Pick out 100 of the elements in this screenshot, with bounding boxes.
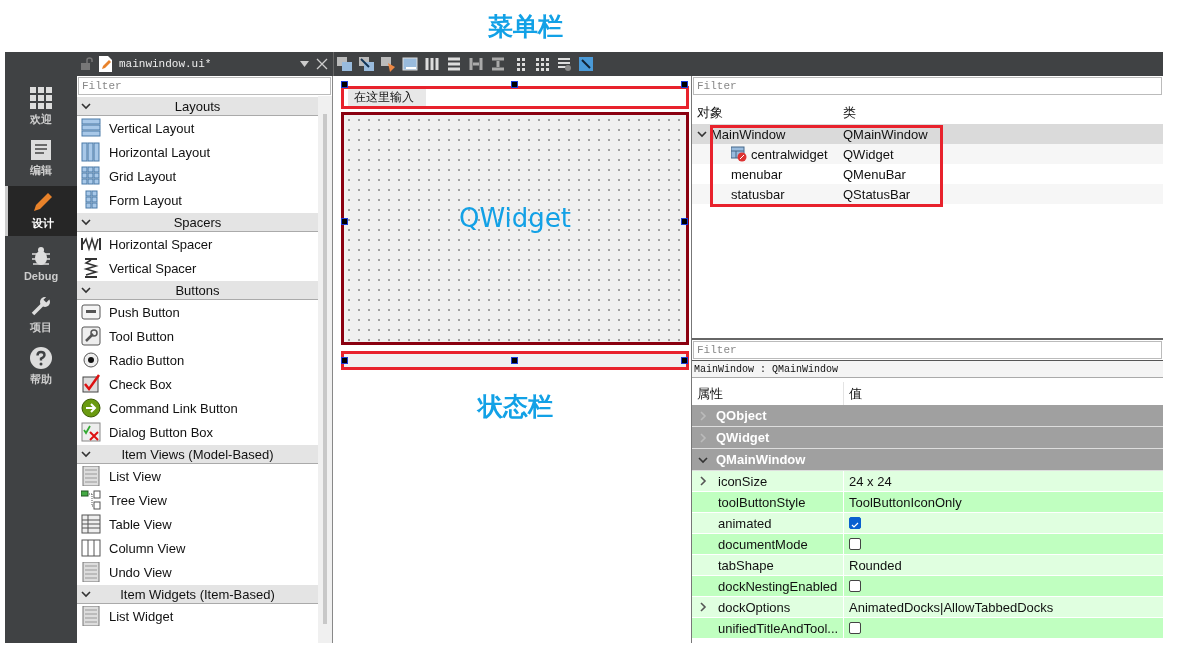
chevron-down-icon[interactable] xyxy=(698,454,708,465)
widget-item[interactable]: Tool Button xyxy=(77,324,318,348)
close-icon[interactable] xyxy=(315,57,329,71)
arrow-circle-icon xyxy=(81,398,101,418)
mode-tab[interactable]: 设计 xyxy=(5,186,77,236)
mode-tab[interactable]: 欢迎 xyxy=(5,82,77,132)
category-header[interactable]: Layouts xyxy=(77,96,318,116)
property-value[interactable]: ToolButtonIconOnly xyxy=(849,494,962,510)
filter-field[interactable]: Filter xyxy=(693,341,1162,359)
mode-tab[interactable]: Debug xyxy=(5,238,77,288)
filter-field[interactable]: Filter xyxy=(693,77,1162,95)
widget-item[interactable]: List Widget xyxy=(77,604,318,628)
resize-handle[interactable] xyxy=(341,218,348,225)
property-row[interactable]: toolButtonStyle ToolButtonIconOnly xyxy=(692,492,1163,513)
split-rows-icon[interactable] xyxy=(490,56,506,72)
property-row[interactable]: tabShape Rounded xyxy=(692,555,1163,576)
property-row[interactable]: dockOptions AnimatedDocks|AllowTabbedDocks xyxy=(692,597,1163,618)
widget-item[interactable]: Radio Button xyxy=(77,348,318,372)
resize-handle[interactable] xyxy=(341,357,348,364)
tree-row[interactable]: menubar QMenuBar xyxy=(692,164,1163,184)
widget-item[interactable]: Tree View xyxy=(77,488,318,512)
property-value[interactable]: Rounded xyxy=(849,557,902,573)
property-name: dockOptions xyxy=(718,599,791,615)
widget-item[interactable]: Table View xyxy=(77,512,318,536)
column-header[interactable]: 类 xyxy=(843,104,856,122)
widget-item[interactable]: Push Button xyxy=(77,300,318,324)
checkbox[interactable] xyxy=(849,538,861,550)
column-header[interactable]: 属性 xyxy=(697,384,723,403)
widget-item[interactable]: Horizontal Layout xyxy=(77,140,318,164)
list-icon xyxy=(81,466,101,486)
chevron-down-icon[interactable] xyxy=(81,449,91,459)
chevron-right-icon[interactable] xyxy=(698,602,708,612)
tree-row[interactable]: MainWindow QMainWindow xyxy=(692,124,1163,144)
category-header[interactable]: Spacers xyxy=(77,212,318,232)
widget-item[interactable]: Form Layout xyxy=(77,188,318,212)
property-row[interactable]: unifiedTitleAndTool... xyxy=(692,618,1163,639)
annotation-label: 状态栏 xyxy=(477,391,553,423)
widget-item[interactable]: Vertical Layout xyxy=(77,116,318,140)
widget-item[interactable]: Command Link Button xyxy=(77,396,318,420)
category-header[interactable]: Item Views (Model-Based) xyxy=(77,444,318,464)
list-stack-icon[interactable] xyxy=(556,56,572,72)
table-icon xyxy=(81,514,101,534)
chevron-down-icon[interactable] xyxy=(697,129,707,139)
window-arrow-icon[interactable] xyxy=(358,56,374,72)
property-row[interactable]: animated xyxy=(692,513,1163,534)
column-header[interactable]: 值 xyxy=(849,384,862,403)
property-row[interactable]: documentMode xyxy=(692,534,1163,555)
chevron-down-icon[interactable] xyxy=(81,285,91,295)
file-name[interactable]: mainwindow.ui* xyxy=(119,58,294,70)
filter-field[interactable]: Filter xyxy=(78,77,331,95)
chevron-right-icon[interactable] xyxy=(698,476,708,486)
rows-icon[interactable] xyxy=(446,56,462,72)
mode-tab[interactable]: 编辑 xyxy=(5,134,77,184)
property-name: tabShape xyxy=(718,557,774,573)
mode-tab[interactable]: 帮助 xyxy=(5,342,77,392)
checkbox[interactable] xyxy=(849,580,861,592)
resize-handle[interactable] xyxy=(681,81,688,88)
resize-handle[interactable] xyxy=(681,357,688,364)
widget-item[interactable]: Undo View xyxy=(77,560,318,584)
resize-handle[interactable] xyxy=(681,218,688,225)
menu-placeholder[interactable]: 在这里输入 xyxy=(348,89,426,106)
widget-item[interactable]: Column View xyxy=(77,536,318,560)
property-value[interactable]: AnimatedDocks|AllowTabbedDocks xyxy=(849,599,1054,615)
property-row[interactable]: iconSize 24 x 24 xyxy=(692,471,1163,492)
columns-icon[interactable] xyxy=(424,56,440,72)
resize-handle[interactable] xyxy=(511,357,518,364)
menu-bar[interactable]: 在这里输入 xyxy=(341,86,689,109)
tree-row[interactable]: statusbar QStatusBar xyxy=(692,184,1163,204)
column-header[interactable]: 对象 xyxy=(697,104,723,122)
chevron-down-icon[interactable] xyxy=(81,217,91,227)
widget-item[interactable]: Grid Layout xyxy=(77,164,318,188)
resize-handle[interactable] xyxy=(511,81,518,88)
widget-item[interactable]: Horizontal Spacer xyxy=(77,232,318,256)
grid-dots-icon[interactable] xyxy=(534,56,550,72)
grid-layout-icon xyxy=(81,166,101,186)
tree-row[interactable]: centralwidget QWidget xyxy=(692,144,1163,164)
widget-item[interactable]: Check Box xyxy=(77,372,318,396)
columns-layout-icon xyxy=(81,142,101,162)
widget-item[interactable]: Vertical Spacer xyxy=(77,256,318,280)
widget-item[interactable]: List View xyxy=(77,464,318,488)
checkbox[interactable] xyxy=(849,517,861,529)
window-icon[interactable] xyxy=(336,56,352,72)
scrollbar[interactable] xyxy=(318,96,332,643)
chevron-down-icon[interactable] xyxy=(81,101,91,111)
wrench-icon xyxy=(30,295,52,317)
chevron-down-icon[interactable] xyxy=(81,589,91,599)
widget-item[interactable]: Dialog Button Box xyxy=(77,420,318,444)
property-row[interactable]: dockNestingEnabled xyxy=(692,576,1163,597)
dropdown-icon[interactable] xyxy=(300,61,309,67)
category-header[interactable]: Item Widgets (Item-Based) xyxy=(77,584,318,604)
category-header[interactable]: Buttons xyxy=(77,280,318,300)
split-columns-icon[interactable] xyxy=(468,56,484,72)
checkbox[interactable] xyxy=(849,622,861,634)
columns-view-icon xyxy=(81,538,101,558)
mode-tab[interactable]: 项目 xyxy=(5,290,77,340)
resize-handle[interactable] xyxy=(341,81,348,88)
property-value[interactable]: 24 x 24 xyxy=(849,473,892,489)
property-name: iconSize xyxy=(718,473,768,489)
annotation-label: QWidget xyxy=(459,203,571,235)
document-pencil-icon xyxy=(99,56,113,72)
